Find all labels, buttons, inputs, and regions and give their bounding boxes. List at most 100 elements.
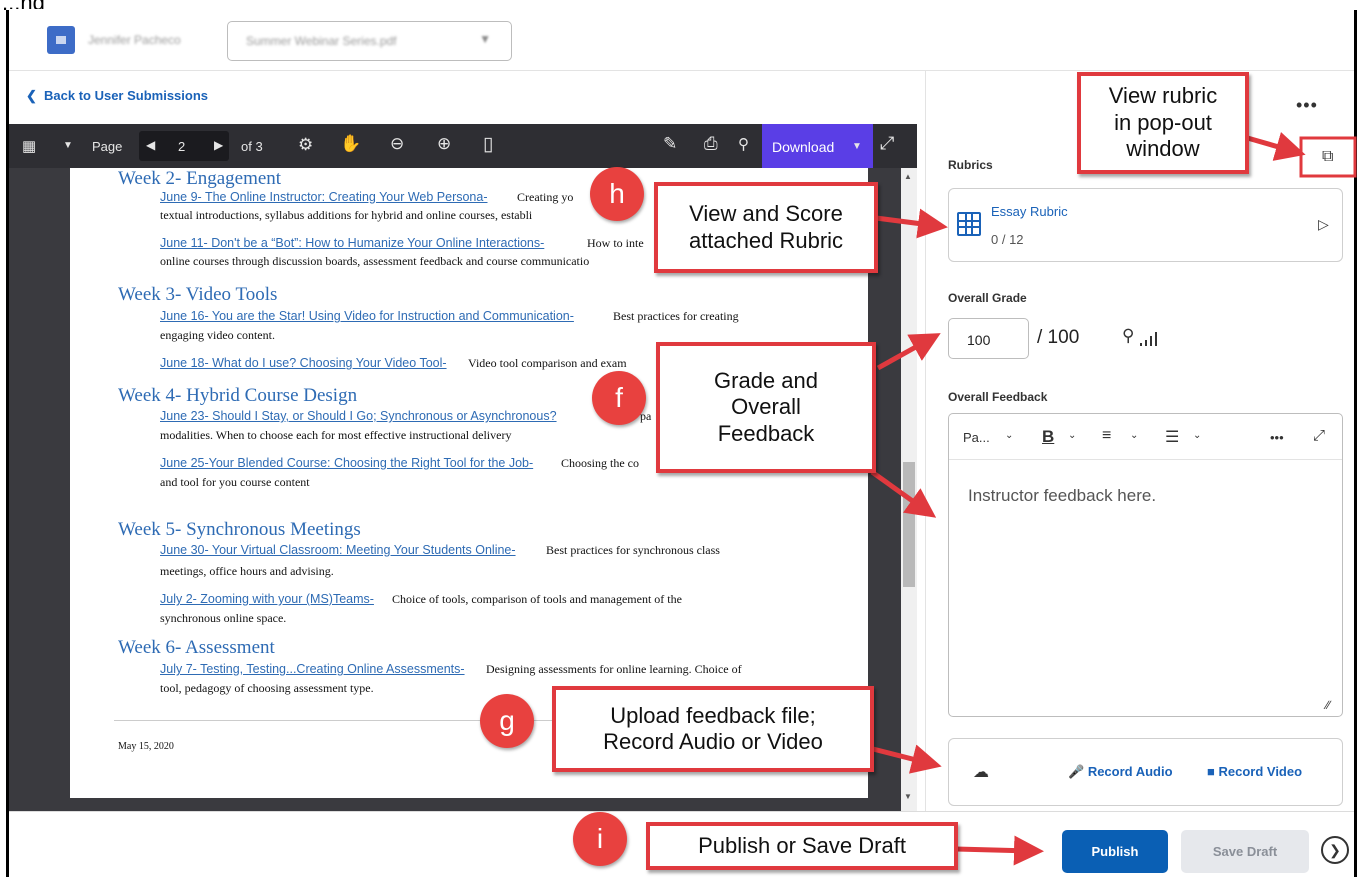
video-camera-icon: ■ [1207, 764, 1215, 779]
doc-desc: and tool for you course content [160, 475, 310, 489]
chevron-down-icon[interactable]: ⌄ [1005, 430, 1013, 441]
download-label: Download [772, 139, 835, 155]
file-select-value: Summer Webinar Series.pdf [246, 34, 397, 48]
chevron-down-icon: ▼ [479, 32, 491, 46]
user-name: Jennifer Pacheco [88, 33, 181, 47]
week-heading: Week 5- Synchronous Meetings [118, 519, 361, 540]
doc-desc: Choosing the co [561, 456, 639, 470]
chevron-down-icon[interactable]: ⌄ [1068, 430, 1076, 441]
chevron-down-icon[interactable]: ⌄ [1130, 430, 1138, 441]
prev-page-icon[interactable]: ◀ [146, 138, 155, 152]
rubric-name-link[interactable]: Essay Rubric [991, 204, 1068, 219]
page-number-input[interactable]: 2 [178, 139, 185, 154]
doc-link[interactable]: June 9- The Online Instructor: Creating … [160, 190, 488, 204]
next-submission-icon[interactable]: ❯ [1321, 836, 1349, 864]
publish-callout: Publish or Save Draft [646, 822, 958, 870]
doc-link[interactable]: June 25-Your Blended Course: Choosing th… [160, 456, 533, 470]
file-select[interactable]: Summer Webinar Series.pdf ▼ [227, 21, 512, 61]
doc-desc: modalities. When to choose each for most… [160, 428, 512, 442]
doc-link[interactable]: July 7- Testing, Testing...Creating Onli… [160, 662, 465, 676]
scroll-up-icon[interactable]: ▲ [904, 172, 912, 181]
viewer-scroll-thumb[interactable] [903, 462, 915, 587]
doc-link[interactable]: June 30- Your Virtual Classroom: Meeting… [160, 543, 516, 557]
marker-f: f [592, 371, 646, 425]
zoom-in-icon[interactable]: ⊕ [437, 134, 451, 154]
popout-icon[interactable]: ⧉ [1322, 148, 1333, 166]
pan-hand-icon[interactable]: ✋ [340, 134, 361, 154]
publish-button[interactable]: Publish [1062, 830, 1168, 873]
app-header [9, 9, 1354, 71]
doc-desc: Designing assessments for online learnin… [486, 662, 742, 676]
doc-link[interactable]: June 16- You are the Star! Using Video f… [160, 309, 574, 323]
signal-bars-icon[interactable] [1140, 332, 1158, 346]
editor-more-icon[interactable]: ••• [1270, 430, 1284, 445]
popout-callout: View rubric in pop-out window [1077, 72, 1249, 174]
record-audio-label: Record Audio [1087, 764, 1173, 779]
grade-feedback-callout: Grade and Overall Feedback [656, 342, 876, 473]
doc-desc: online courses through discussion boards… [160, 254, 590, 268]
overall-grade-heading: Overall Grade [948, 291, 1027, 305]
record-video-button[interactable]: ■ Record Video [1207, 764, 1302, 779]
doc-desc: engaging video content. [160, 328, 275, 342]
search-icon[interactable]: ⚲ [738, 135, 749, 153]
rubrics-heading: Rubrics [948, 158, 993, 172]
back-to-submissions-link[interactable]: Back to User Submissions [44, 88, 208, 103]
microphone-icon: 🎤 [1068, 764, 1085, 779]
overall-feedback-heading: Overall Feedback [948, 390, 1048, 404]
thumbnails-icon[interactable]: ▦ [22, 137, 36, 155]
key-icon[interactable]: ⚲ [1122, 326, 1134, 346]
doc-desc: Choice of tools, comparison of tools and… [392, 592, 682, 606]
scroll-down-icon[interactable]: ▼ [904, 792, 912, 801]
marker-h: h [590, 167, 644, 221]
week-heading: Week 6- Assessment [118, 637, 275, 658]
grade-out-of: / 100 [1037, 327, 1080, 348]
annotate-pen-icon[interactable]: ✎ [663, 134, 677, 154]
doc-link[interactable]: June 23- Should I Stay, or Should I Go; … [160, 409, 557, 423]
upload-cloud-icon[interactable]: ☁ [973, 762, 989, 782]
thumbnails-dropdown-icon[interactable]: ▼ [63, 140, 73, 151]
rubric-score: 0 / 12 [991, 232, 1024, 247]
print-icon[interactable]: ⎙ [704, 134, 718, 154]
record-video-label: Record Video [1218, 764, 1303, 779]
download-dropdown-icon[interactable]: ▼ [852, 141, 862, 152]
doc-link[interactable]: June 18- What do I use? Choosing Your Vi… [160, 356, 447, 370]
week-heading: Week 2- Engagement [118, 168, 282, 189]
doc-link[interactable]: July 2- Zooming with your (MS)Teams- [160, 592, 374, 606]
chevron-down-icon[interactable]: ⌄ [1193, 430, 1201, 441]
more-options-icon[interactable]: ••• [1296, 95, 1318, 116]
record-audio-button[interactable]: 🎤 Record Audio [1068, 764, 1173, 780]
next-page-icon[interactable]: ▶ [214, 138, 223, 152]
doc-link[interactable]: June 11- Don't be a “Bot”: How to Humani… [160, 236, 544, 250]
doc-desc: Best practices for creating [613, 309, 739, 323]
grade-input[interactable]: 100 [948, 318, 1029, 359]
editor-fullscreen-icon[interactable]: ⤢ [1313, 427, 1325, 444]
paragraph-style-dropdown[interactable]: Pa... [963, 430, 990, 445]
feedback-text[interactable]: Instructor feedback here. [968, 486, 1156, 506]
resize-grip-icon[interactable]: ∕∕ [1326, 698, 1330, 712]
doc-desc: Best practices for synchronous class [546, 543, 720, 557]
save-draft-button[interactable]: Save Draft [1181, 830, 1309, 873]
marker-i: i [573, 812, 627, 866]
back-chevron-icon[interactable]: ❮ [26, 88, 37, 104]
page-total: of 3 [241, 139, 263, 154]
page-label: Page [92, 139, 123, 154]
doc-desc: Creating yo [517, 190, 574, 204]
marker-g: g [480, 694, 534, 748]
doc-desc: How to inte [587, 236, 644, 250]
rubric-callout: View and Score attached Rubric [654, 182, 878, 273]
doc-desc: textual introductions, syllabus addition… [160, 208, 533, 222]
expand-rubric-icon[interactable]: ▷ [1318, 216, 1329, 233]
screenshot-frame: ...ng Jennifer Pacheco Summer Webinar Se… [0, 0, 1357, 877]
align-icon[interactable]: ≡ [1102, 427, 1111, 445]
fit-page-icon[interactable]: ▯ [483, 133, 493, 156]
week-heading: Week 3- Video Tools [118, 284, 278, 305]
zoom-out-icon[interactable]: ⊖ [390, 134, 404, 154]
rubric-card[interactable] [948, 188, 1343, 262]
fullscreen-icon[interactable]: ⤢ [880, 133, 894, 154]
doc-desc: Video tool comparison and exam [468, 356, 627, 370]
doc-desc: tool, pedagogy of choosing assessment ty… [160, 681, 374, 695]
bold-button[interactable]: B [1042, 427, 1054, 447]
doc-desc: synchronous online space. [160, 611, 287, 625]
list-icon[interactable]: ☰ [1165, 427, 1179, 447]
settings-gear-icon[interactable]: ⚙ [298, 135, 313, 155]
